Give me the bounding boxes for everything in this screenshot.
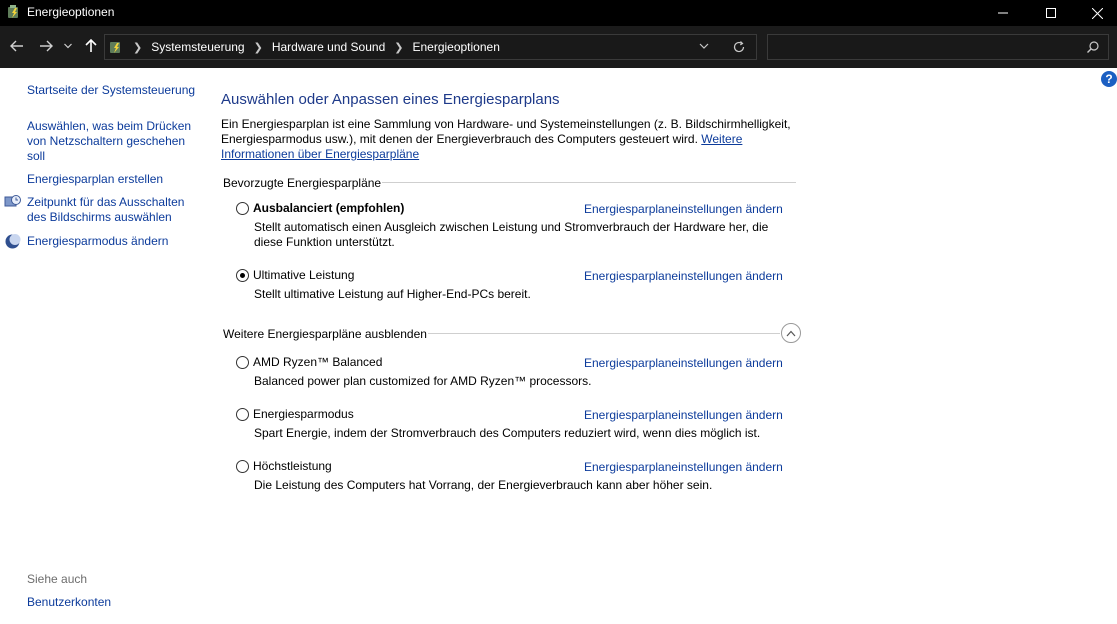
title-bar: Energieoptionen xyxy=(0,0,1117,26)
back-button[interactable] xyxy=(7,36,27,56)
close-button[interactable] xyxy=(1074,0,1117,26)
breadcrumb-systemsteuerung[interactable]: Systemsteuerung xyxy=(151,40,244,54)
help-button[interactable]: ? xyxy=(1101,71,1117,87)
forward-button[interactable] xyxy=(36,36,56,56)
arrow-up-icon xyxy=(85,39,97,52)
arrow-right-icon xyxy=(40,40,53,52)
plan-description: Balanced power plan customized for AMD R… xyxy=(254,374,592,388)
plan-description: Die Leistung des Computers hat Vorrang, … xyxy=(254,478,713,492)
maximize-icon xyxy=(1046,8,1056,18)
breadcrumb-energieoptionen[interactable]: Energieoptionen xyxy=(412,40,499,54)
see-also-label: Siehe auch xyxy=(27,572,88,586)
plan-description: Stellt ultimative Leistung auf Higher-En… xyxy=(254,287,531,301)
address-bar[interactable]: ❯ Systemsteuerung ❯ Hardware und Sound ❯… xyxy=(104,34,757,60)
preferred-plans-heading: Bevorzugte Energiesparpläne xyxy=(223,176,382,190)
window-title: Energieoptionen xyxy=(27,5,115,19)
change-plan-settings-link[interactable]: Energiesparplaneinstellungen ändern xyxy=(584,202,783,216)
sidebar-power-buttons-link[interactable]: Auswählen, was beim Drücken von Netzscha… xyxy=(27,119,202,164)
search-box[interactable] xyxy=(767,34,1109,60)
recent-locations-button[interactable] xyxy=(61,36,75,56)
divider xyxy=(382,182,796,183)
divider xyxy=(428,333,780,334)
collapse-button[interactable] xyxy=(781,323,801,343)
sidebar-create-plan-link[interactable]: Energiesparplan erstellen xyxy=(27,172,163,187)
plan-name[interactable]: Energiesparmodus xyxy=(253,407,354,421)
plan-radio-ausbalanciert[interactable] xyxy=(236,202,249,215)
sidebar-display-off-link[interactable]: Zeitpunkt für das Ausschalten des Bildsc… xyxy=(27,195,197,225)
intro-paragraph: Ein Energiesparplan ist eine Sammlung vo… xyxy=(221,117,801,162)
plan-name[interactable]: AMD Ryzen™ Balanced xyxy=(253,355,382,369)
arrow-left-icon xyxy=(10,40,23,52)
minimize-icon xyxy=(998,12,1008,14)
breadcrumb-separator[interactable]: ❯ xyxy=(394,41,403,54)
plan-radio-ultimative-leistung[interactable] xyxy=(236,269,249,282)
navigation-bar: ❯ Systemsteuerung ❯ Hardware und Sound ❯… xyxy=(0,26,1117,68)
search-icon xyxy=(1087,41,1099,53)
plan-radio-energiesparmodus[interactable] xyxy=(236,408,249,421)
sleep-moon-icon xyxy=(5,234,21,249)
plan-radio-amd-ryzen-balanced[interactable] xyxy=(236,356,249,369)
change-plan-settings-link[interactable]: Energiesparplaneinstellungen ändern xyxy=(584,460,783,474)
address-dropdown-icon[interactable] xyxy=(699,41,709,51)
see-also-user-accounts-link[interactable]: Benutzerkonten xyxy=(27,595,111,610)
breadcrumb-separator[interactable]: ❯ xyxy=(254,41,263,54)
hide-more-plans-heading[interactable]: Weitere Energiesparpläne ausblenden xyxy=(223,327,427,341)
sidebar-sleep-link[interactable]: Energiesparmodus ändern xyxy=(27,234,168,249)
power-options-icon xyxy=(8,5,18,18)
plan-radio-hoechstleistung[interactable] xyxy=(236,460,249,473)
breadcrumb-hardware-und-sound[interactable]: Hardware und Sound xyxy=(272,40,385,54)
chevron-up-icon xyxy=(786,330,796,336)
chevron-down-icon xyxy=(64,43,72,49)
plan-description: Stellt automatisch einen Ausgleich zwisc… xyxy=(254,220,769,249)
close-icon xyxy=(1091,7,1103,19)
plan-name[interactable]: Höchstleistung xyxy=(253,459,332,473)
up-button[interactable] xyxy=(81,36,101,56)
change-plan-settings-link[interactable]: Energiesparplaneinstellungen ändern xyxy=(584,408,783,422)
monitor-clock-icon xyxy=(4,195,21,207)
sidebar-home-link[interactable]: Startseite der Systemsteuerung xyxy=(27,83,195,98)
page-title: Auswählen oder Anpassen eines Energiespa… xyxy=(221,91,560,108)
plan-description: Spart Energie, indem der Stromverbrauch … xyxy=(254,426,761,440)
maximize-button[interactable] xyxy=(1028,0,1074,26)
change-plan-settings-link[interactable]: Energiesparplaneinstellungen ändern xyxy=(584,356,783,370)
plan-name[interactable]: Ausbalanciert (empfohlen) xyxy=(253,201,404,215)
breadcrumb-separator[interactable]: ❯ xyxy=(133,41,142,54)
plan-name[interactable]: Ultimative Leistung xyxy=(253,268,354,282)
control-panel-icon xyxy=(110,42,120,53)
refresh-icon[interactable] xyxy=(731,39,747,55)
minimize-button[interactable] xyxy=(980,0,1026,26)
change-plan-settings-link[interactable]: Energiesparplaneinstellungen ändern xyxy=(584,269,783,283)
